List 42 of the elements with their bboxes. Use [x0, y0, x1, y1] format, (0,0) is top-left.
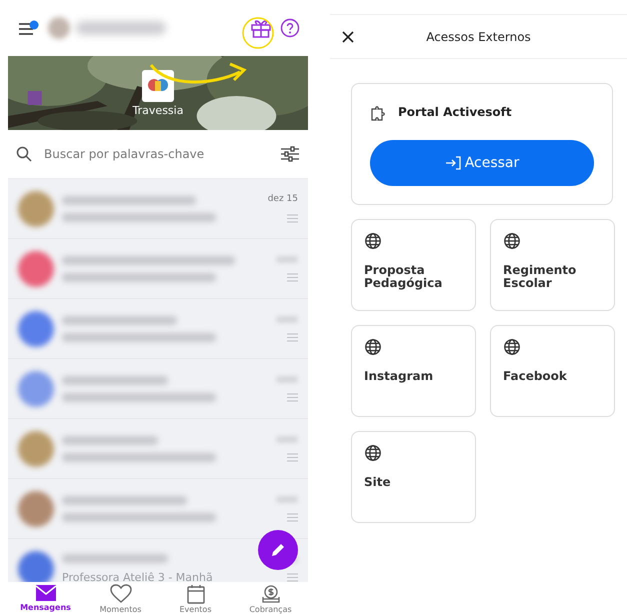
list-icon [287, 512, 298, 522]
list-icon [287, 272, 298, 282]
link-card[interactable]: Facebook [490, 325, 615, 417]
list-icon [287, 214, 298, 223]
access-button[interactable]: Acessar [370, 140, 594, 186]
globe-icon [503, 232, 521, 250]
close-icon [342, 30, 354, 42]
link-card[interactable]: Regimento Escolar [490, 219, 615, 311]
profile-avatar [48, 17, 70, 39]
gift-icon[interactable] [250, 18, 272, 38]
globe-icon [503, 338, 521, 356]
filter-icon[interactable] [280, 145, 300, 163]
screen-title: Acessos Externos [425, 30, 532, 44]
globe-icon [364, 232, 382, 250]
globe-icon [364, 444, 382, 462]
message-time: dez 15 [268, 194, 298, 204]
link-card[interactable]: Site [351, 431, 476, 523]
portal-name: Portal Activesoft [398, 105, 512, 119]
login-icon [444, 156, 461, 170]
menu-icon[interactable] [18, 20, 40, 36]
highlight-circle [242, 17, 274, 49]
list-icon [287, 392, 298, 402]
nav-tab[interactable]: Cobranças [233, 582, 308, 614]
nav-tab[interactable]: Momentos [83, 582, 158, 614]
search-icon [16, 146, 32, 162]
list-icon [287, 332, 298, 342]
link-card[interactable]: Instagram [351, 325, 476, 417]
close-button[interactable] [342, 30, 354, 42]
globe-icon [364, 338, 382, 356]
help-icon[interactable] [280, 18, 300, 38]
list-icon [287, 572, 298, 582]
school-name: Travessia [132, 104, 184, 116]
list-icon [287, 452, 298, 462]
pencil-icon [270, 542, 286, 558]
money-bag-icon [260, 584, 280, 604]
heart-icon [110, 584, 132, 604]
message-subtitle: Professora Ateliê 3 - Manhã [62, 570, 214, 582]
search-field[interactable]: Buscar por palavras-chave [42, 146, 270, 162]
link-card[interactable]: Proposta Pedagógica [351, 219, 476, 311]
nav-tab[interactable]: Eventos [158, 582, 233, 614]
nav-tab[interactable]: Mensagens [8, 582, 83, 614]
calendar-icon [186, 584, 204, 604]
